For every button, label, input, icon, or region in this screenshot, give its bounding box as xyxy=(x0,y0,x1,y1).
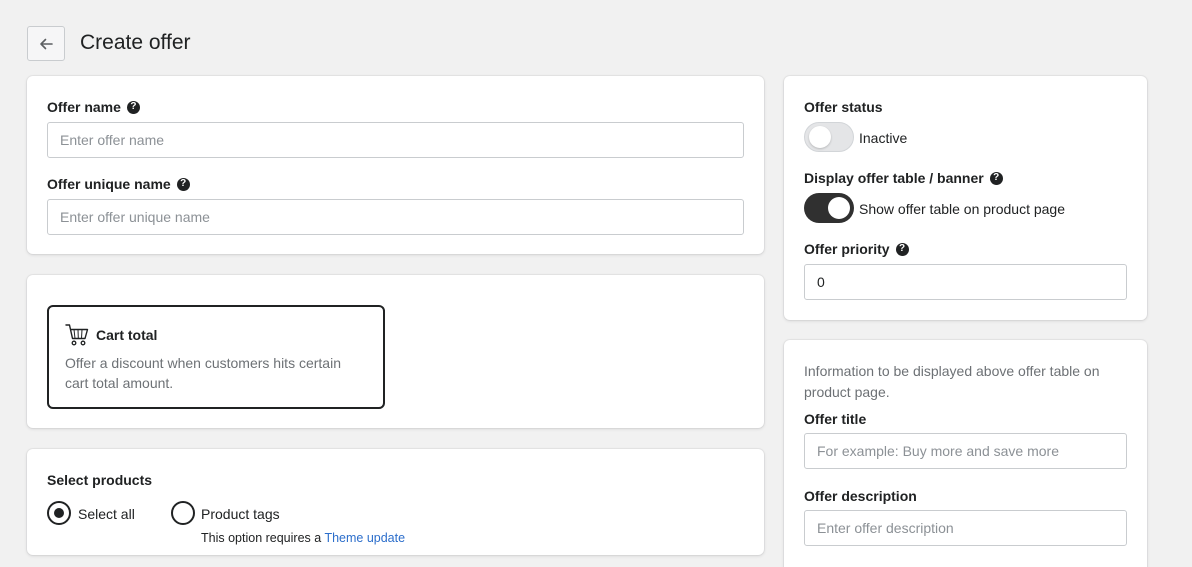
select-products-card: Select products Select all Product tags … xyxy=(27,449,764,555)
display-offer-table-label-text: Display offer table / banner xyxy=(804,170,984,186)
display-info-text: Information to be displayed above offer … xyxy=(804,363,1100,400)
offer-title-label: Offer title xyxy=(804,411,867,427)
offer-name-label: Offer name ? xyxy=(47,99,140,115)
offer-status-text: Inactive xyxy=(859,130,908,146)
select-products-label: Select products xyxy=(47,472,153,488)
offer-display-info-card: Information to be displayed above offer … xyxy=(784,340,1147,567)
radio-select-all[interactable] xyxy=(47,501,71,525)
radio-product-tags[interactable] xyxy=(171,501,195,525)
help-icon[interactable]: ? xyxy=(895,242,909,256)
offer-status-card: Offer status Inactive Display offer tabl… xyxy=(784,76,1147,320)
theme-update-note-text: This option requires a xyxy=(201,531,322,545)
radio-select-all-label[interactable]: Select all xyxy=(78,506,135,522)
help-icon[interactable]: ? xyxy=(126,100,140,114)
display-offer-table-toggle[interactable] xyxy=(804,193,854,223)
back-button[interactable] xyxy=(27,26,65,61)
offer-status-toggle[interactable] xyxy=(804,122,854,152)
help-icon[interactable]: ? xyxy=(176,177,190,191)
toggle-knob xyxy=(809,126,831,148)
offer-title-input[interactable] xyxy=(804,433,1127,469)
offer-status-label: Offer status xyxy=(804,99,883,115)
offer-type-description: Offer a discount when customers hits cer… xyxy=(65,355,341,391)
cart-icon xyxy=(65,324,89,346)
radio-product-tags-label[interactable]: Product tags xyxy=(201,506,280,522)
offer-description-input[interactable] xyxy=(804,510,1127,546)
display-offer-table-text: Show offer table on product page xyxy=(859,201,1066,217)
offer-name-label-text: Offer name xyxy=(47,99,121,115)
page-title: Create offer xyxy=(80,31,191,54)
help-icon[interactable]: ? xyxy=(989,171,1003,185)
arrow-left-icon xyxy=(40,38,53,49)
offer-unique-name-label: Offer unique name ? xyxy=(47,176,190,192)
radio-selected-dot xyxy=(54,508,64,518)
display-offer-table-label: Display offer table / banner ? xyxy=(804,170,1003,186)
offer-unique-name-label-text: Offer unique name xyxy=(47,176,171,192)
offer-name-input[interactable] xyxy=(47,122,744,158)
offer-description-label: Offer description xyxy=(804,488,917,504)
offer-type-cart-total[interactable]: Cart total Offer a discount when custome… xyxy=(47,305,385,409)
offer-unique-name-input[interactable] xyxy=(47,199,744,235)
theme-update-note: This option requires a Theme update xyxy=(201,531,405,545)
theme-update-link[interactable]: Theme update xyxy=(324,531,405,545)
offer-priority-label-text: Offer priority xyxy=(804,241,890,257)
offer-priority-input[interactable] xyxy=(804,264,1127,300)
offer-details-card: Offer name ? Offer unique name ? xyxy=(27,76,764,254)
toggle-knob xyxy=(828,197,850,219)
offer-priority-label: Offer priority ? xyxy=(804,241,909,257)
offer-type-title: Cart total xyxy=(96,327,158,343)
offer-type-card: Cart total Offer a discount when custome… xyxy=(27,275,764,428)
